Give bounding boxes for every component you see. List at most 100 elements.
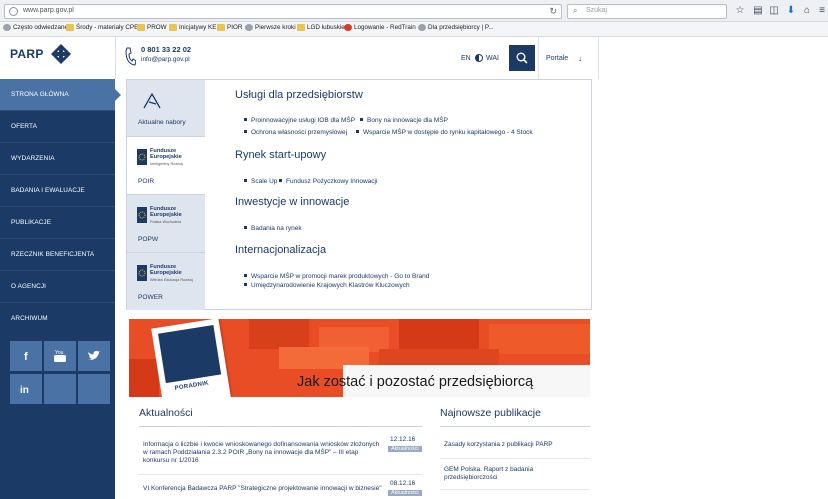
sidebar-item-archiwum[interactable]: ARCHIWUM [0,303,115,335]
publication-link[interactable]: GEM Polska. Raport z badania przedsiębio… [444,466,584,482]
home-icon[interactable]: ⌂ [801,5,813,17]
star-icon[interactable]: ☆ [734,5,746,17]
offer-link[interactable]: Bony na innowacje dla MŚP [360,117,448,124]
sidebar-item-strona-glowna[interactable]: STRONA GŁÓWNA [0,79,121,111]
sidebar-item-rzecznik[interactable]: RZECZNIK BENEFICJENTA [0,239,115,271]
offer-link[interactable]: Wsparcie MŚP w dostępie do rynku kapitał… [356,129,533,136]
news-divider [139,474,422,475]
facebook-button[interactable]: f [10,341,42,371]
bookmark-item[interactable]: Inicjatywy KE [169,24,216,31]
browser-toolbar: www.parp.gov.pl ↻ ⌕ Szukaj ☆ ▤ ◫ ⬇ ⌂ ≡ [0,0,828,22]
news-badge[interactable]: Aktualności [388,446,422,452]
contrast-icon[interactable] [475,54,483,62]
tab-poir[interactable]: Fundusze Europejskie Inteligentny Rozwój… [127,137,205,195]
portale-dropdown[interactable]: Portale [546,55,568,62]
linkedin-button[interactable]: in [10,374,42,404]
sidebar-item-label: PUBLIKACJE [11,219,52,226]
folder-icon [297,24,305,31]
sidebar-item-label: BADANIA I EWALUACJE [11,187,85,194]
news-item-title[interactable]: VI Konferencja Badawcza PARP "Strategicz… [143,485,383,493]
svg-text:in: in [20,385,29,396]
eu-flag-icon [137,149,147,165]
section-title: Rynek start-upowy [235,149,327,161]
svg-text:f: f [24,351,28,363]
tab-power[interactable]: Fundusze Europejskie Wiedza Edukacja Roz… [127,253,205,310]
browser-search-placeholder: Szukaj [586,7,608,14]
offer-link[interactable]: Fundusz Pożyczkowy Innowacji [279,178,377,185]
news-item-title[interactable]: Informacja o liczbie i kwocie wnioskowan… [143,441,383,466]
phone-icon [125,47,136,66]
folder-icon [137,24,145,31]
sidebar-item-label: ARCHIWUM [11,315,48,322]
header-divider [598,37,599,79]
offer-link[interactable]: Umiędzynarodowienie Krajowych Klastrów K… [244,282,410,289]
social-placeholder [44,374,76,404]
tab-label: POWER [138,294,163,301]
clipboard-icon[interactable]: ▤ [752,5,764,17]
bookmark-item[interactable]: Środy - materiały CPE [66,24,138,31]
bookmark-item[interactable]: PROW [137,24,167,31]
sidebar-item-o-agencji[interactable]: O AGENCJI [0,271,115,303]
fe-logo-subtitle: Polska Wschodnia [150,220,182,224]
download-icon[interactable]: ⬇ [785,5,797,17]
bookmark-item[interactable]: Często odwiedzane [3,24,68,31]
bookmark-item[interactable]: Logowanie - RedTrain [344,24,416,31]
bookmark-item[interactable]: Dla przedsiębiorcy | P... [418,24,494,31]
bookmarks-bar: Często odwiedzane Środy - materiały CPE … [0,22,828,37]
offer-link[interactable]: Ochrona własności przemysłowej [244,129,347,136]
publication-link[interactable]: Zasady korzystania z publikacji PARP [444,441,584,449]
reload-icon[interactable]: ↻ [549,6,557,17]
site-logo[interactable]: PARP [10,47,44,61]
site-search-button[interactable] [509,45,535,71]
sidebar-item-badania[interactable]: BADANIA I EWALUACJE [0,175,115,207]
folder-icon [66,24,74,31]
section-title: Inwestycje w innowacje [235,196,350,208]
arrow-down-icon[interactable]: ↓ [578,54,582,63]
eu-flag-icon [137,207,147,223]
publications-divider [440,489,590,490]
bookmark-item[interactable]: LGD lubuskie [297,24,345,31]
youtube-button[interactable]: You [44,341,76,371]
bookmark-item[interactable]: PIOR [217,24,242,31]
sidebar-item-oferta[interactable]: OFERTA [0,111,115,143]
promo-banner[interactable]: PORADNIK Jak zostać i pozostać przedsięb… [129,319,590,397]
linkedin-icon: in [20,385,29,396]
offer-link[interactable]: Wsparcie MŚP w promocji marek produktowy… [244,273,429,280]
section-title: Internacjonalizacja [235,244,327,256]
search-icon: ⌕ [573,6,578,15]
language-switch[interactable]: EN [461,55,471,62]
twitter-button[interactable] [78,341,110,371]
fe-logo-title: Fundusze Europejskie [150,264,182,276]
news-badge[interactable]: Aktualności [388,490,422,496]
lock-icon[interactable]: ◫ [768,5,780,17]
sidebar-nav: STRONA GŁÓWNA OFERTA WYDARZENIA BADANIA … [0,79,121,499]
email-link[interactable]: info@parp.gov.pl [141,56,190,63]
phone-number[interactable]: 0 801 33 22 02 [141,45,191,54]
address-bar[interactable]: www.parp.gov.pl ↻ [4,4,562,19]
sidebar-item-publikacje[interactable]: PUBLIKACJE [0,207,115,239]
tab-popw[interactable]: Fundusze Europejskie Polska Wschodnia PO… [127,195,205,253]
parp-logo-icon[interactable] [51,44,71,64]
publications-divider [440,426,590,427]
search-icon [516,52,528,64]
offer-link[interactable]: Proinnowacyjne usługi IOB dla MŚP [244,117,355,124]
banner-headline: Jak zostać i pozostać przedsiębiorcą [297,374,534,390]
publications-divider [440,458,590,459]
news-heading: Aktualności [139,407,193,419]
bookmark-icon [344,24,352,31]
address-url[interactable]: www.parp.gov.pl [23,7,74,14]
browser-search-bar[interactable]: ⌕ Szukaj [567,4,727,19]
tab-aktualne-nabory[interactable]: Aktualne nabory [127,80,205,137]
header-divider [538,37,539,79]
offer-link[interactable]: Scale Up [244,178,277,185]
fe-logo-title: Fundusze Europejskie [150,148,182,160]
sidebar-item-wydarzenia[interactable]: WYDARZENIA [0,143,115,175]
offer-link[interactable]: Badania na rynek [244,225,302,232]
folder-icon [217,24,225,31]
bookmark-item[interactable]: Pierwsze kroki [245,24,296,31]
fundusze-europejskie-logo: Fundusze Europejskie Polska Wschodnia [137,205,199,229]
menu-icon[interactable]: ≡ [816,5,828,17]
bookmark-icon [418,24,426,31]
wai-link[interactable]: WAI [486,55,499,62]
megaphone-icon [143,92,161,109]
